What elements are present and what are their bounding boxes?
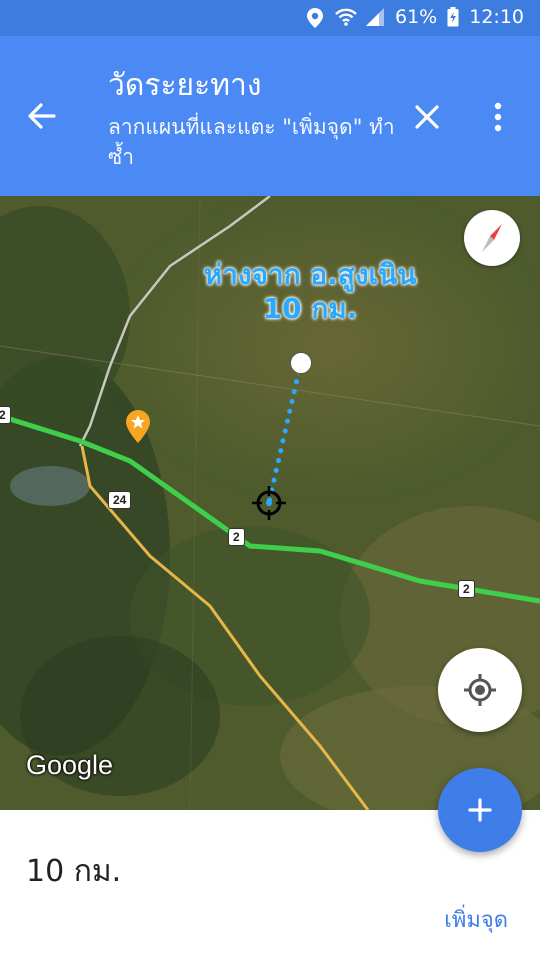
battery-percent: 61% [395,6,438,28]
road-shield: 2 [458,580,475,598]
total-distance: 10 กม. [26,854,122,889]
add-icon [468,798,492,822]
add-point-fab[interactable] [438,768,522,852]
page-subtitle: ลากแผนที่และแตะ "เพิ่มจุด" ทำซ้ำ [108,115,395,169]
close-icon [415,105,439,129]
compass-button[interactable] [464,210,520,266]
close-button[interactable] [410,100,444,134]
my-location-icon [464,674,496,706]
compass-icon [482,224,502,252]
measure-start-point [290,352,312,374]
battery-charging-icon [447,7,459,27]
distance-from-label: ห่างจาก อ.สูงเนิน [203,258,417,291]
page-title: วัดระยะทาง [108,68,262,103]
wifi-icon [335,7,357,27]
road-shield: 2 [0,406,11,424]
map-view[interactable]: 2 24 2 2 ห่างจาก อ.สูงเนิน 10 กม. Google [0,196,540,810]
place-star-icon[interactable] [124,410,152,444]
distance-value-label: 10 กม. [262,292,358,325]
crosshair-icon [252,486,286,520]
more-vert-icon [494,102,502,132]
road-shield: 24 [108,491,132,509]
clock: 12:10 [469,6,524,28]
add-point-button[interactable]: เพิ่มจุด [444,902,508,937]
back-arrow-icon [28,103,56,129]
back-button[interactable] [24,98,60,134]
app-bar: วัดระยะทาง ลากแผนที่และแตะ "เพิ่มจุด" ทำ… [0,36,540,196]
location-icon [305,7,325,28]
status-bar: 61% 12:10 [0,0,540,36]
google-attribution: Google [26,750,114,780]
distance-overlay-label: ห่างจาก อ.สูงเนิน 10 กม. [160,258,460,326]
road-shield: 2 [228,528,245,546]
more-options-button[interactable] [486,102,510,132]
my-location-button[interactable] [438,648,522,732]
signal-icon [365,7,385,27]
